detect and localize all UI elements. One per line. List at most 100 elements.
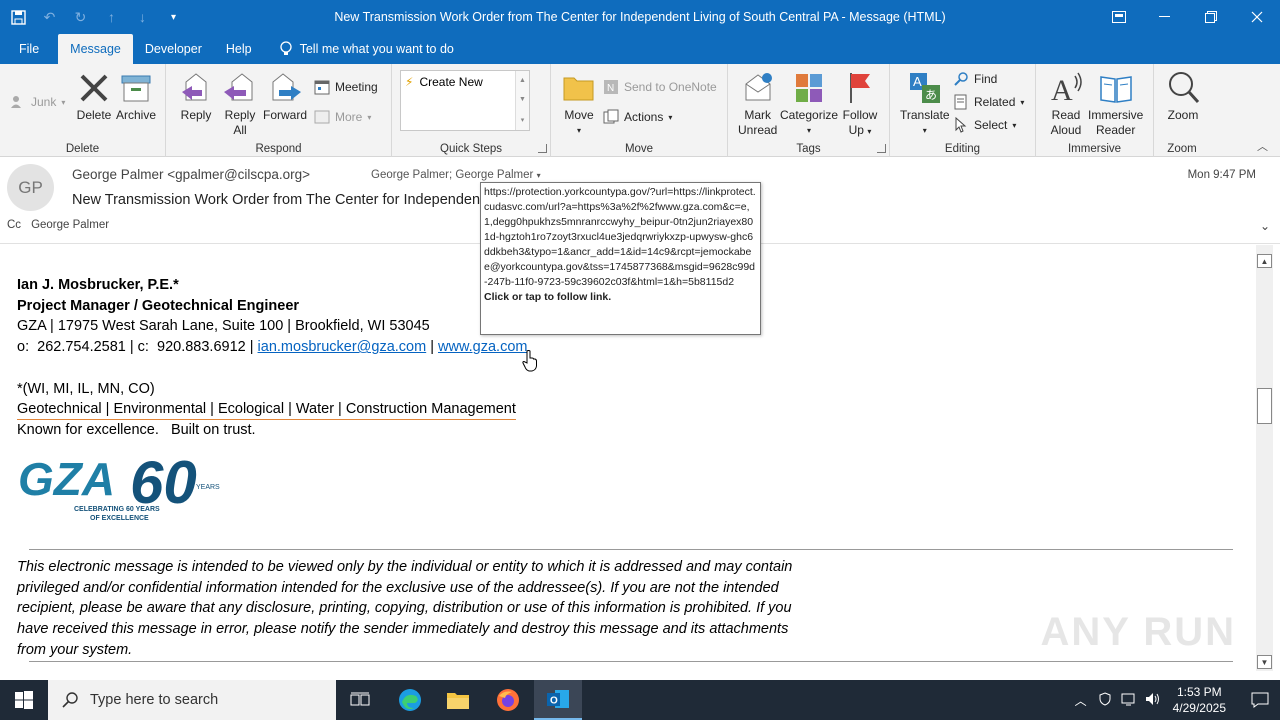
collapse-ribbon-icon[interactable]: ︿ xyxy=(1257,138,1268,154)
volume-icon[interactable] xyxy=(1141,692,1165,709)
tray-overflow-icon[interactable]: ︿ xyxy=(1069,692,1093,709)
tab-developer[interactable]: Developer xyxy=(133,34,214,64)
outlook-taskbar-button[interactable]: O xyxy=(534,680,582,720)
tags-launcher[interactable] xyxy=(877,144,886,153)
quick-steps-gallery[interactable]: ⚡ Create New ▲ ▼ ▾ xyxy=(400,70,530,131)
immersive-reader-button[interactable]: Immersive Reader xyxy=(1088,70,1143,138)
flag-icon xyxy=(850,73,870,103)
more-respond-button[interactable]: More ▾ xyxy=(314,107,371,127)
svg-text:CELEBRATING 60 YEARS: CELEBRATING 60 YEARS xyxy=(74,506,160,513)
editing-group: Aあ Translate ▾ Find Related ▾ Select ▾ Edi… xyxy=(890,64,1036,157)
taskbar-search[interactable]: Type here to search xyxy=(48,680,336,720)
defender-icon[interactable] xyxy=(1093,691,1117,709)
edge-taskbar-button[interactable] xyxy=(386,680,434,720)
archive-icon xyxy=(121,75,151,102)
website-link[interactable]: www.gza.com xyxy=(438,339,527,355)
window-title: New Transmission Work Order from The Cen… xyxy=(334,10,946,24)
junk-button[interactable]: Junk ▾ xyxy=(10,92,65,112)
tab-message[interactable]: Message xyxy=(58,34,133,64)
scroll-up-icon[interactable]: ▲ xyxy=(1257,254,1272,268)
meeting-button[interactable]: Meeting xyxy=(314,77,378,97)
categorize-icon xyxy=(796,74,823,102)
find-icon xyxy=(954,72,968,86)
vertical-scrollbar[interactable]: ▲ ▼ xyxy=(1256,245,1273,671)
notification-center-icon[interactable] xyxy=(1240,692,1280,708)
svg-text:A: A xyxy=(913,74,922,89)
hand-cursor-icon xyxy=(522,350,537,372)
archive-button[interactable]: Archive xyxy=(116,70,156,123)
sender[interactable]: George Palmer <gpalmer@cilscpa.org> xyxy=(72,167,310,182)
move-button[interactable]: Move ▾ xyxy=(561,70,597,138)
read-aloud-button[interactable]: A Read Aloud xyxy=(1048,70,1084,138)
related-button[interactable]: Related ▾ xyxy=(953,92,1024,112)
quick-steps-group: ⚡ Create New ▲ ▼ ▾ Quick Steps xyxy=(392,64,551,157)
start-button[interactable] xyxy=(0,680,48,720)
minimize-icon[interactable] xyxy=(1142,0,1188,34)
gza-60-logo: GZA 60 YEARS CELEBRATING 60 YEARS OF EXC… xyxy=(18,449,220,522)
search-placeholder: Type here to search xyxy=(90,692,219,708)
divider-bottom xyxy=(29,661,1233,662)
forward-button[interactable]: Forward xyxy=(263,70,307,123)
reply-all-button[interactable]: Reply All xyxy=(222,70,258,138)
junk-icon xyxy=(11,96,21,108)
translate-button[interactable]: Aあ Translate ▾ xyxy=(900,70,950,138)
avatar[interactable]: GP xyxy=(7,164,54,211)
signature-services: Geotechnical | Environmental | Ecologica… xyxy=(17,400,516,421)
quick-steps-launcher[interactable] xyxy=(538,144,547,153)
folder-icon xyxy=(447,693,469,709)
select-cursor-icon xyxy=(955,117,967,133)
tell-me-box[interactable]: Tell me what you want to do xyxy=(264,34,454,64)
scroll-thumb[interactable] xyxy=(1257,388,1272,424)
meeting-icon xyxy=(314,80,330,95)
signature-role: Project Manager / Geotechnical Engineer xyxy=(17,297,300,314)
file-explorer-taskbar-button[interactable] xyxy=(434,680,482,720)
send-to-onenote-button[interactable]: N Send to OneNote xyxy=(603,77,717,97)
ribbon-display-options-icon[interactable] xyxy=(1096,0,1142,34)
window-controls xyxy=(1096,0,1280,34)
email-link[interactable]: ian.mosbrucker@gza.com xyxy=(258,339,427,355)
zoom-button[interactable]: Zoom xyxy=(1165,70,1201,123)
translate-icon: Aあ xyxy=(909,73,940,103)
signature-tagline: Known for excellence. Built on trust. xyxy=(17,422,256,439)
quick-steps-scroll[interactable]: ▲ ▼ ▾ xyxy=(515,71,529,130)
more-icon xyxy=(314,110,330,124)
cc-recipient[interactable]: George Palmer xyxy=(31,219,109,231)
task-view-icon xyxy=(350,692,370,706)
select-button[interactable]: Select ▾ xyxy=(953,115,1016,135)
find-button[interactable]: Find xyxy=(953,69,997,89)
reply-all-icon xyxy=(224,73,253,101)
recipients[interactable]: George Palmer; George Palmer ▾ xyxy=(371,169,541,181)
signature: Ian J. Mosbrucker, P.E.* Project Manager… xyxy=(17,275,527,441)
delete-button[interactable]: Delete xyxy=(76,70,112,123)
network-icon[interactable] xyxy=(1117,692,1141,709)
ribbon: Junk ▾ Delete Archive Delete Reply Reply … xyxy=(0,64,1280,157)
task-view-button[interactable] xyxy=(336,680,384,720)
related-icon xyxy=(954,94,967,110)
follow-up-button[interactable]: Follow Up ▾ xyxy=(842,70,878,139)
actions-icon xyxy=(603,109,619,124)
system-tray: ︿ 1:53 PM 4/29/2025 xyxy=(1069,680,1280,720)
signature-contact: o: 262.754.2581 | c: 920.883.6912 | ian.… xyxy=(17,339,528,356)
reply-icon xyxy=(182,73,207,101)
firefox-taskbar-button[interactable] xyxy=(484,680,532,720)
signature-address: GZA | 17975 West Sarah Lane, Suite 100 |… xyxy=(17,318,430,335)
tags-group: Mark Unread Categorize ▾ Follow Up ▾ Tag… xyxy=(728,64,890,157)
tooltip-follow-hint: Click or tap to follow link. xyxy=(484,291,612,303)
tab-help[interactable]: Help xyxy=(214,34,264,64)
tab-file[interactable]: File xyxy=(0,34,58,64)
ribbon-tabs: File Message Developer Help Tell me what… xyxy=(0,34,1280,64)
categorize-button[interactable]: Categorize ▾ xyxy=(780,70,838,138)
restore-icon[interactable] xyxy=(1188,0,1234,34)
clock[interactable]: 1:53 PM 4/29/2025 xyxy=(1173,684,1226,716)
reply-button[interactable]: Reply xyxy=(178,70,214,123)
cc-line: Cc George Palmer xyxy=(7,219,110,231)
mark-unread-button[interactable]: Mark Unread xyxy=(738,70,777,138)
expand-header-icon[interactable]: ⌄ xyxy=(1260,219,1270,233)
actions-button[interactable]: Actions ▾ xyxy=(603,107,672,127)
scroll-down-icon[interactable]: ▼ xyxy=(1257,655,1272,669)
read-aloud-icon: A xyxy=(1051,72,1082,106)
received-date: Mon 9:47 PM xyxy=(1187,169,1256,181)
mark-unread-icon xyxy=(745,73,772,101)
close-icon[interactable] xyxy=(1234,0,1280,34)
create-new-quick-step[interactable]: ⚡ Create New xyxy=(405,75,483,89)
